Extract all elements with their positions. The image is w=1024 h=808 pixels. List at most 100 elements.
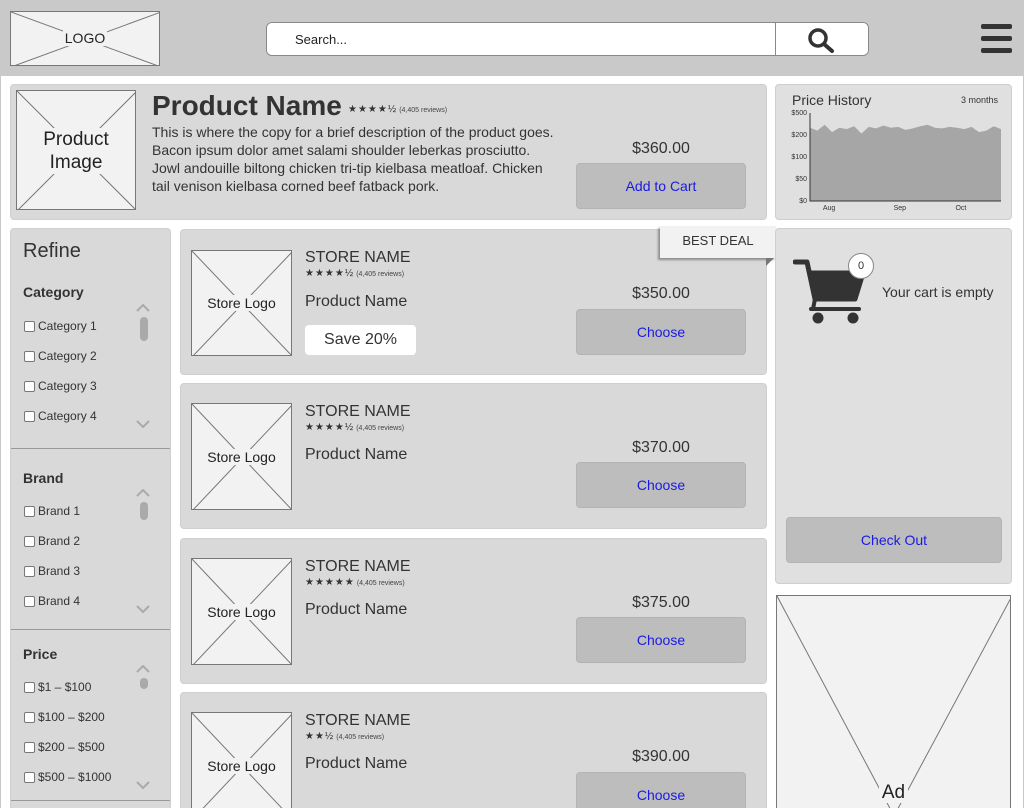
chevron-down-icon[interactable] [136, 420, 150, 428]
filter-option[interactable]: Category 2 [24, 349, 97, 363]
scrollbar-thumb[interactable] [140, 678, 148, 689]
filter-option-label: Category 2 [38, 349, 97, 363]
filter-option[interactable]: Category 1 [24, 319, 97, 333]
deal-product-name: Product Name [305, 446, 408, 463]
checkbox[interactable] [24, 321, 35, 332]
checkbox[interactable] [24, 712, 35, 723]
checkbox[interactable] [24, 351, 35, 362]
search-input[interactable] [267, 23, 775, 55]
hamburger-menu-icon[interactable] [981, 24, 1012, 53]
cart-panel: 0 Your cart is empty Check Out [775, 228, 1012, 584]
star-icons: ★★★★½ [305, 422, 355, 433]
best-deal-ribbon: BEST DEAL [660, 226, 776, 258]
filter-group-title: Category [23, 284, 84, 300]
store-logo-text: Store Logo [205, 758, 278, 774]
filter-option[interactable]: $500 – $1000 [24, 770, 111, 784]
product-description: This is where the copy for a brief descr… [152, 124, 554, 194]
choose-button[interactable]: Choose [576, 462, 746, 508]
filter-option[interactable]: Brand 3 [24, 564, 80, 578]
search-bar [266, 22, 869, 56]
filter-option-label: Brand 2 [38, 534, 81, 548]
checkbox[interactable] [24, 566, 35, 577]
y-tick-label: $50 [795, 176, 807, 183]
filter-option[interactable]: Brand 2 [24, 534, 80, 548]
store-logo-text: Store Logo [205, 604, 278, 620]
checkbox[interactable] [24, 536, 35, 547]
chevron-up-icon[interactable] [136, 489, 150, 497]
deal-price: $375.00 [632, 594, 690, 611]
checkbox[interactable] [24, 682, 35, 693]
choose-button[interactable]: Choose [576, 772, 746, 808]
filter-option[interactable]: Category 4 [24, 409, 97, 423]
refine-sidebar: Refine Category Category 1 Category 2 Ca… [10, 228, 171, 808]
review-count[interactable]: (4,405 reviews) [356, 425, 404, 432]
product-rating: ★★★★½ (4,405 reviews) [348, 104, 447, 115]
filter-option-label: Brand 3 [38, 564, 81, 578]
checkbox[interactable] [24, 772, 35, 783]
filter-option[interactable]: Category 3 [24, 379, 97, 393]
store-logo-text: Store Logo [205, 295, 278, 311]
filter-option-label: $500 – $1000 [38, 770, 112, 784]
filter-option-label: Category 4 [38, 409, 97, 423]
store-name: STORE NAME [305, 249, 411, 266]
star-icons: ★★½ [305, 731, 335, 742]
refine-title: Refine [23, 240, 81, 262]
deal-product-name: Product Name [305, 601, 408, 618]
price-history-card: Price History 3 months $0 $50 $100 $200 $500… [775, 84, 1012, 220]
store-rating: ★★½ (4,405 reviews) [305, 731, 384, 742]
cart-count-badge: 0 [848, 253, 874, 279]
x-tick-label: Aug [823, 205, 836, 212]
check-out-button[interactable]: Check Out [786, 517, 1002, 563]
filter-option[interactable]: Brand 4 [24, 594, 80, 608]
search-button[interactable] [775, 23, 868, 55]
logo[interactable]: LOGO [10, 11, 160, 66]
deal-product-name: Product Name [305, 755, 408, 772]
add-to-cart-button[interactable]: Add to Cart [576, 163, 746, 209]
checkbox[interactable] [24, 411, 35, 422]
deal-price: $350.00 [632, 285, 690, 302]
search-icon [808, 28, 834, 53]
scrollbar-thumb[interactable] [140, 317, 148, 341]
cart-empty-text: Your cart is empty [882, 284, 994, 300]
choose-button[interactable]: Choose [576, 617, 746, 663]
review-count[interactable]: (4,405 reviews) [356, 271, 404, 278]
chevron-down-icon[interactable] [136, 781, 150, 789]
chevron-down-icon[interactable] [136, 605, 150, 613]
store-rating: ★★★★★ (4,405 reviews) [305, 577, 405, 588]
store-logo-label: Store Logo [192, 295, 291, 311]
filter-option-label: $1 – $100 [38, 680, 92, 694]
filter-option[interactable]: $1 – $100 [24, 680, 91, 694]
top-header: LOGO [0, 0, 1024, 76]
ad-label: Ad [777, 782, 1010, 804]
filter-option[interactable]: $200 – $500 [24, 740, 105, 754]
ad-placeholder[interactable]: Ad [776, 595, 1011, 808]
scrollbar-thumb[interactable] [140, 502, 148, 520]
filter-option[interactable]: $100 – $200 [24, 710, 105, 724]
checkbox[interactable] [24, 506, 35, 517]
x-tick-label: Oct [955, 205, 966, 212]
store-logo: Store Logo [191, 558, 292, 665]
choose-button[interactable]: Choose [576, 309, 746, 355]
chevron-up-icon[interactable] [136, 665, 150, 673]
chevron-up-icon[interactable] [136, 304, 150, 312]
store-logo: Store Logo [191, 250, 292, 356]
checkbox[interactable] [24, 742, 35, 753]
store-name: STORE NAME [305, 403, 411, 420]
checkbox[interactable] [24, 596, 35, 607]
filter-option[interactable]: Brand 1 [24, 504, 80, 518]
checkbox[interactable] [24, 381, 35, 392]
logo-text-wrap: LOGO [11, 30, 159, 46]
menu-bar [981, 48, 1012, 53]
filter-option-label: Category 3 [38, 379, 97, 393]
review-count[interactable]: (4,405 reviews) [399, 107, 447, 114]
store-rating: ★★★★½ (4,405 reviews) [305, 268, 404, 279]
store-name: STORE NAME [305, 558, 411, 575]
filter-option-label: Brand 1 [38, 504, 81, 518]
review-count[interactable]: (4,405 reviews) [336, 734, 384, 741]
review-count[interactable]: (4,405 reviews) [357, 580, 405, 587]
store-rating: ★★★★½ (4,405 reviews) [305, 422, 404, 433]
logo-text: LOGO [62, 30, 108, 46]
deal-product-name: Product Name [305, 293, 408, 310]
x-tick-label: Sep [894, 205, 907, 212]
star-icons: ★★★★★ [305, 577, 355, 588]
